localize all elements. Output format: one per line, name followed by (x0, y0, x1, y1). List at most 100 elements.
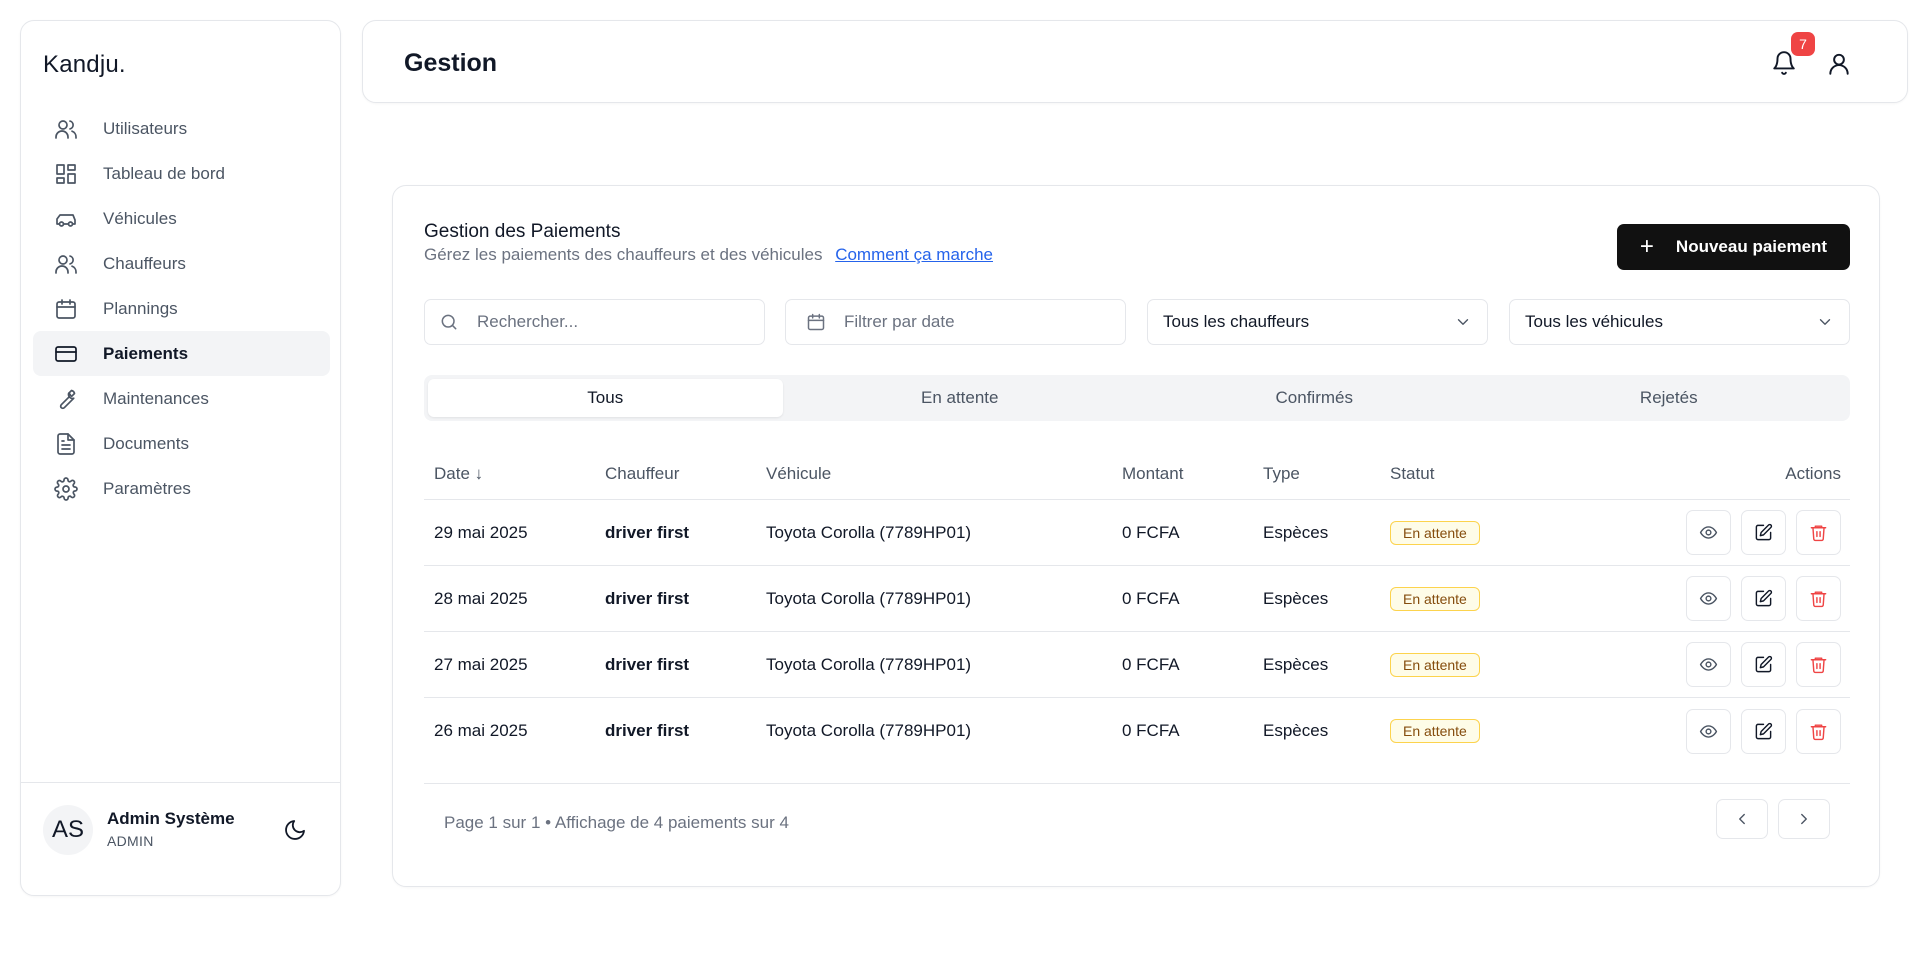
driver-select-value: Tous les chauffeurs (1163, 312, 1310, 331)
delete-button[interactable] (1796, 510, 1841, 555)
cell-status: En attente (1390, 652, 1590, 677)
new-payment-button[interactable]: + Nouveau paiement (1617, 224, 1850, 270)
trash-icon (1810, 723, 1827, 740)
column-header-actions: Actions (1785, 463, 1841, 483)
cell-date: 26 mai 2025 (434, 721, 528, 740)
edit-button[interactable] (1741, 708, 1786, 754)
sidebar-item-label: Documents (103, 433, 189, 453)
sidebar-nav: Utilisateurs Tableau de bord Véhicules C… (33, 106, 330, 511)
gear-icon (53, 476, 79, 502)
chevron-left-icon (1739, 813, 1745, 825)
status-tabs: Tous En attente Confirmés Rejetés (424, 375, 1850, 421)
delete-button[interactable] (1796, 576, 1841, 621)
column-header-driver: Chauffeur (605, 463, 680, 483)
sidebar-item-parametres[interactable]: Paramètres (33, 466, 330, 511)
calendar-icon (806, 312, 826, 332)
cell-driver: driver first (605, 588, 690, 608)
driver-select[interactable]: Tous les chauffeurs (1147, 299, 1488, 345)
wrench-icon (53, 386, 79, 412)
view-button[interactable] (1686, 642, 1731, 687)
eye-icon (1699, 592, 1718, 605)
sidebar-item-chauffeurs[interactable]: Chauffeurs (33, 241, 330, 286)
tab-rejetes[interactable]: Rejetés (1492, 379, 1847, 417)
tab-confirmes[interactable]: Confirmés (1137, 379, 1492, 417)
users-icon (53, 251, 79, 277)
table-row: 27 mai 2025 driver first Toyota Corolla … (424, 632, 1850, 698)
users-icon (53, 116, 79, 142)
new-payment-label: Nouveau paiement (1675, 237, 1828, 256)
status-badge: En attente (1390, 520, 1480, 545)
cell-vehicle: Toyota Corolla (7789HP01) (766, 522, 972, 542)
vehicle-select-value: Tous les véhicules (1525, 312, 1663, 331)
view-button[interactable] (1686, 576, 1731, 621)
avatar[interactable]: AS (43, 805, 93, 855)
sidebar-item-vehicules[interactable]: Véhicules (33, 196, 330, 241)
card-title: Gestion des Paiements (424, 221, 621, 242)
column-header-status: Statut (1390, 463, 1435, 483)
column-header-type: Type (1263, 463, 1300, 483)
page-title: Gestion (404, 49, 498, 77)
cell-amount: 0 FCFA (1122, 588, 1180, 608)
cell-date: 29 mai 2025 (434, 522, 528, 542)
sidebar-user-panel: AS Admin Système ADMIN (21, 782, 340, 895)
sidebar-item-label: Chauffeurs (103, 253, 186, 273)
table-row: 29 mai 2025 driver first Toyota Corolla … (424, 500, 1850, 566)
status-badge: En attente (1390, 719, 1480, 743)
user-menu-button[interactable] (1826, 51, 1854, 79)
cell-vehicle: Toyota Corolla (7789HP01) (766, 721, 972, 740)
search-input[interactable] (477, 312, 737, 332)
previous-page-button[interactable] (1716, 799, 1768, 839)
credit-card-icon (53, 341, 79, 367)
search-icon (439, 312, 459, 332)
trash-icon (1810, 525, 1827, 542)
sidebar-item-tableau-de-bord[interactable]: Tableau de bord (33, 151, 330, 196)
tab-en-attente[interactable]: En attente (783, 379, 1138, 417)
next-page-button[interactable] (1778, 799, 1830, 839)
cell-actions (1590, 642, 1850, 687)
cell-driver: driver first (605, 522, 690, 542)
edit-button[interactable] (1741, 642, 1786, 687)
brand-logo[interactable]: Kandju. (43, 51, 126, 79)
edit-button[interactable] (1741, 576, 1786, 621)
sidebar-item-label: Véhicules (103, 208, 177, 228)
dashboard-icon (53, 161, 79, 187)
edit-button[interactable] (1741, 510, 1786, 555)
edit-icon (1755, 722, 1773, 739)
payments-card: Gestion des Paiements Gérez les paiement… (392, 185, 1880, 887)
delete-button[interactable] (1796, 642, 1841, 687)
trash-icon (1810, 657, 1827, 674)
calendar-icon (53, 296, 79, 322)
date-filter-input[interactable] (844, 312, 1104, 332)
table-row: 26 mai 2025 driver first Toyota Corolla … (424, 698, 1850, 764)
table-header: Date ↓ Chauffeur Véhicule Montant Type S… (424, 448, 1850, 500)
cell-vehicle: Toyota Corolla (7789HP01) (766, 588, 972, 608)
cell-type: Espèces (1263, 522, 1329, 542)
sidebar-item-plannings[interactable]: Plannings (33, 286, 330, 331)
view-button[interactable] (1686, 510, 1731, 555)
table-row: 28 mai 2025 driver first Toyota Corolla … (424, 566, 1850, 632)
cell-driver: driver first (605, 721, 690, 740)
tab-tous[interactable]: Tous (428, 379, 783, 417)
help-link[interactable]: Comment ça marche (835, 245, 993, 264)
sidebar-item-utilisateurs[interactable]: Utilisateurs (33, 106, 330, 151)
sidebar-item-documents[interactable]: Documents (33, 421, 330, 466)
cell-amount: 0 FCFA (1122, 654, 1180, 674)
dark-mode-toggle[interactable] (283, 818, 309, 844)
sidebar-item-label: Utilisateurs (103, 118, 188, 138)
chevron-down-icon (1819, 319, 1831, 325)
search-field (424, 299, 765, 345)
car-icon (53, 206, 79, 232)
date-filter-field (785, 299, 1126, 345)
delete-button[interactable] (1796, 708, 1841, 754)
sidebar-item-paiements[interactable]: Paiements (33, 331, 330, 376)
payments-table: Date ↓ Chauffeur Véhicule Montant Type S… (424, 448, 1850, 764)
edit-icon (1755, 655, 1773, 673)
view-button[interactable] (1686, 708, 1731, 754)
moon-icon (285, 820, 305, 840)
cell-actions (1590, 576, 1850, 621)
sidebar-item-maintenances[interactable]: Maintenances (33, 376, 330, 421)
column-header-amount: Montant (1122, 463, 1184, 483)
vehicle-select[interactable]: Tous les véhicules (1509, 299, 1850, 345)
table-footer-divider (424, 783, 1850, 784)
column-header-date[interactable]: Date ↓ (424, 464, 605, 484)
